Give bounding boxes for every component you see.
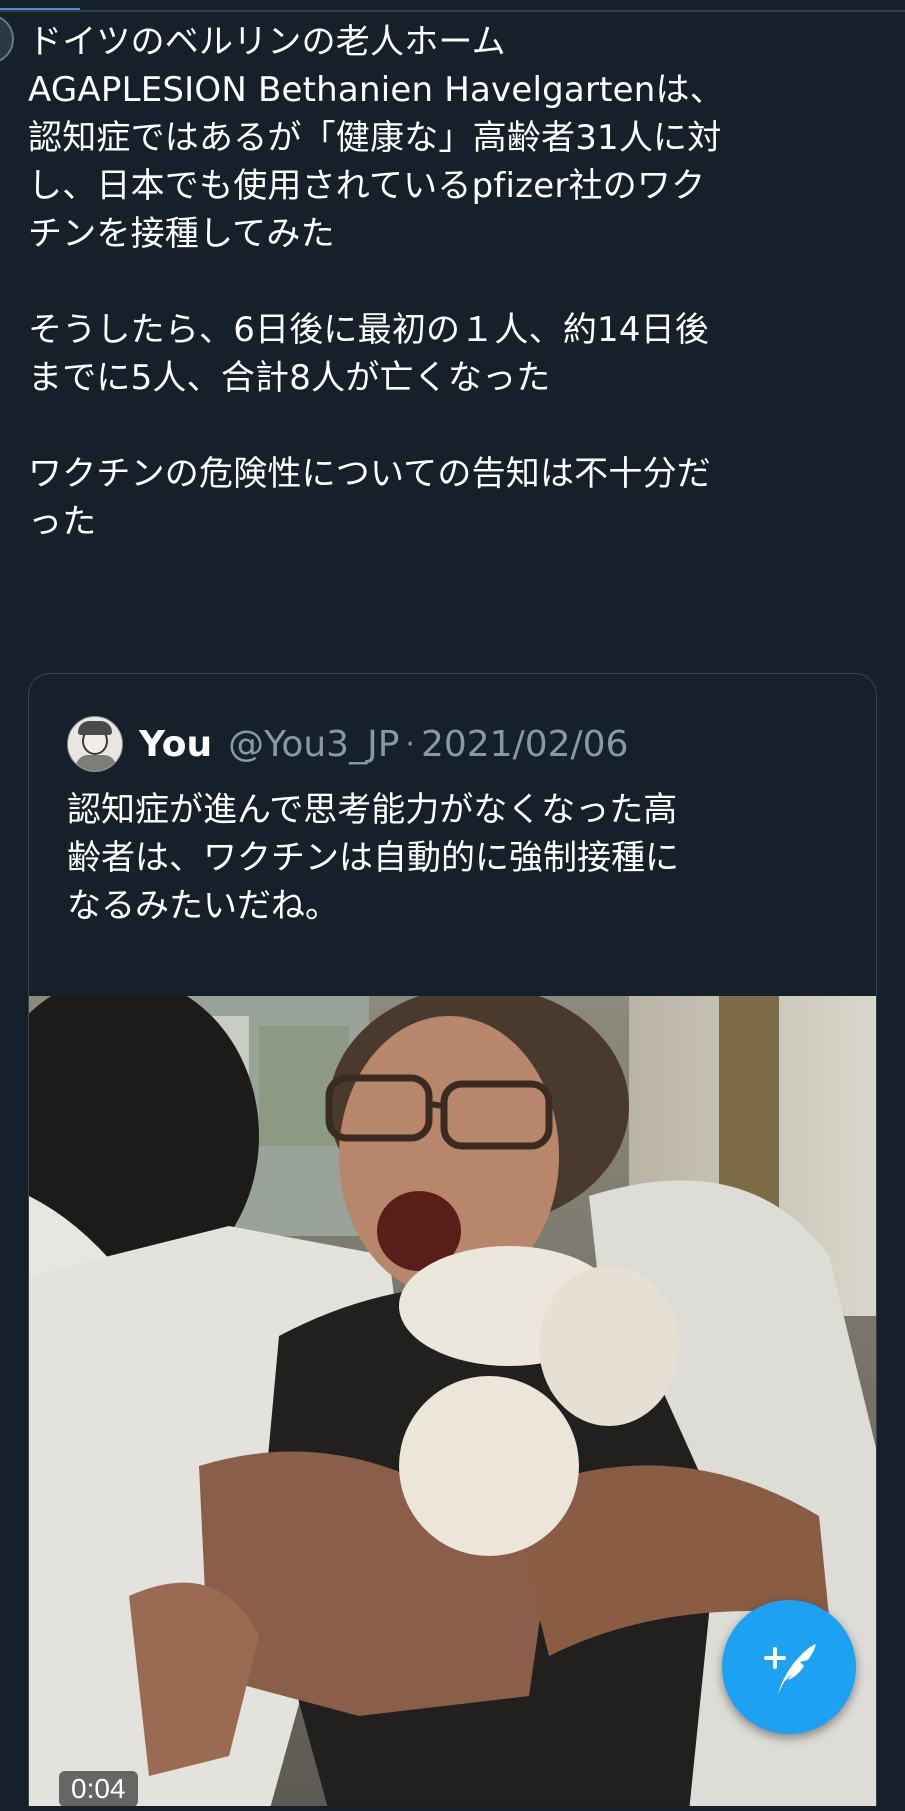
bottom-edge xyxy=(0,1806,905,1811)
header-divider xyxy=(0,10,905,12)
header-separator: · xyxy=(405,726,415,762)
quoted-user-avatar[interactable] xyxy=(67,716,123,772)
quoted-user-handle[interactable]: @You3_JP xyxy=(228,724,399,765)
video-duration-badge: 0:04 xyxy=(59,1771,138,1807)
tweet-text: ドイツのベルリンの老人ホーム AGAPLESION Bethanien Have… xyxy=(28,22,724,542)
quoted-tweet-date[interactable]: 2021/02/06 xyxy=(421,724,629,765)
quoted-tweet-header: You @You3_JP · 2021/02/06 xyxy=(67,714,628,774)
quoted-user-name[interactable]: You xyxy=(139,724,212,765)
compose-tweet-icon xyxy=(764,1644,816,1694)
compose-tweet-button[interactable] xyxy=(722,1600,856,1734)
quoted-tweet-text: 認知症が進んで思考能力がなくなった高 齢者は、ワクチンは自動的に強制接種に なる… xyxy=(67,790,679,926)
author-avatar[interactable] xyxy=(0,14,14,64)
